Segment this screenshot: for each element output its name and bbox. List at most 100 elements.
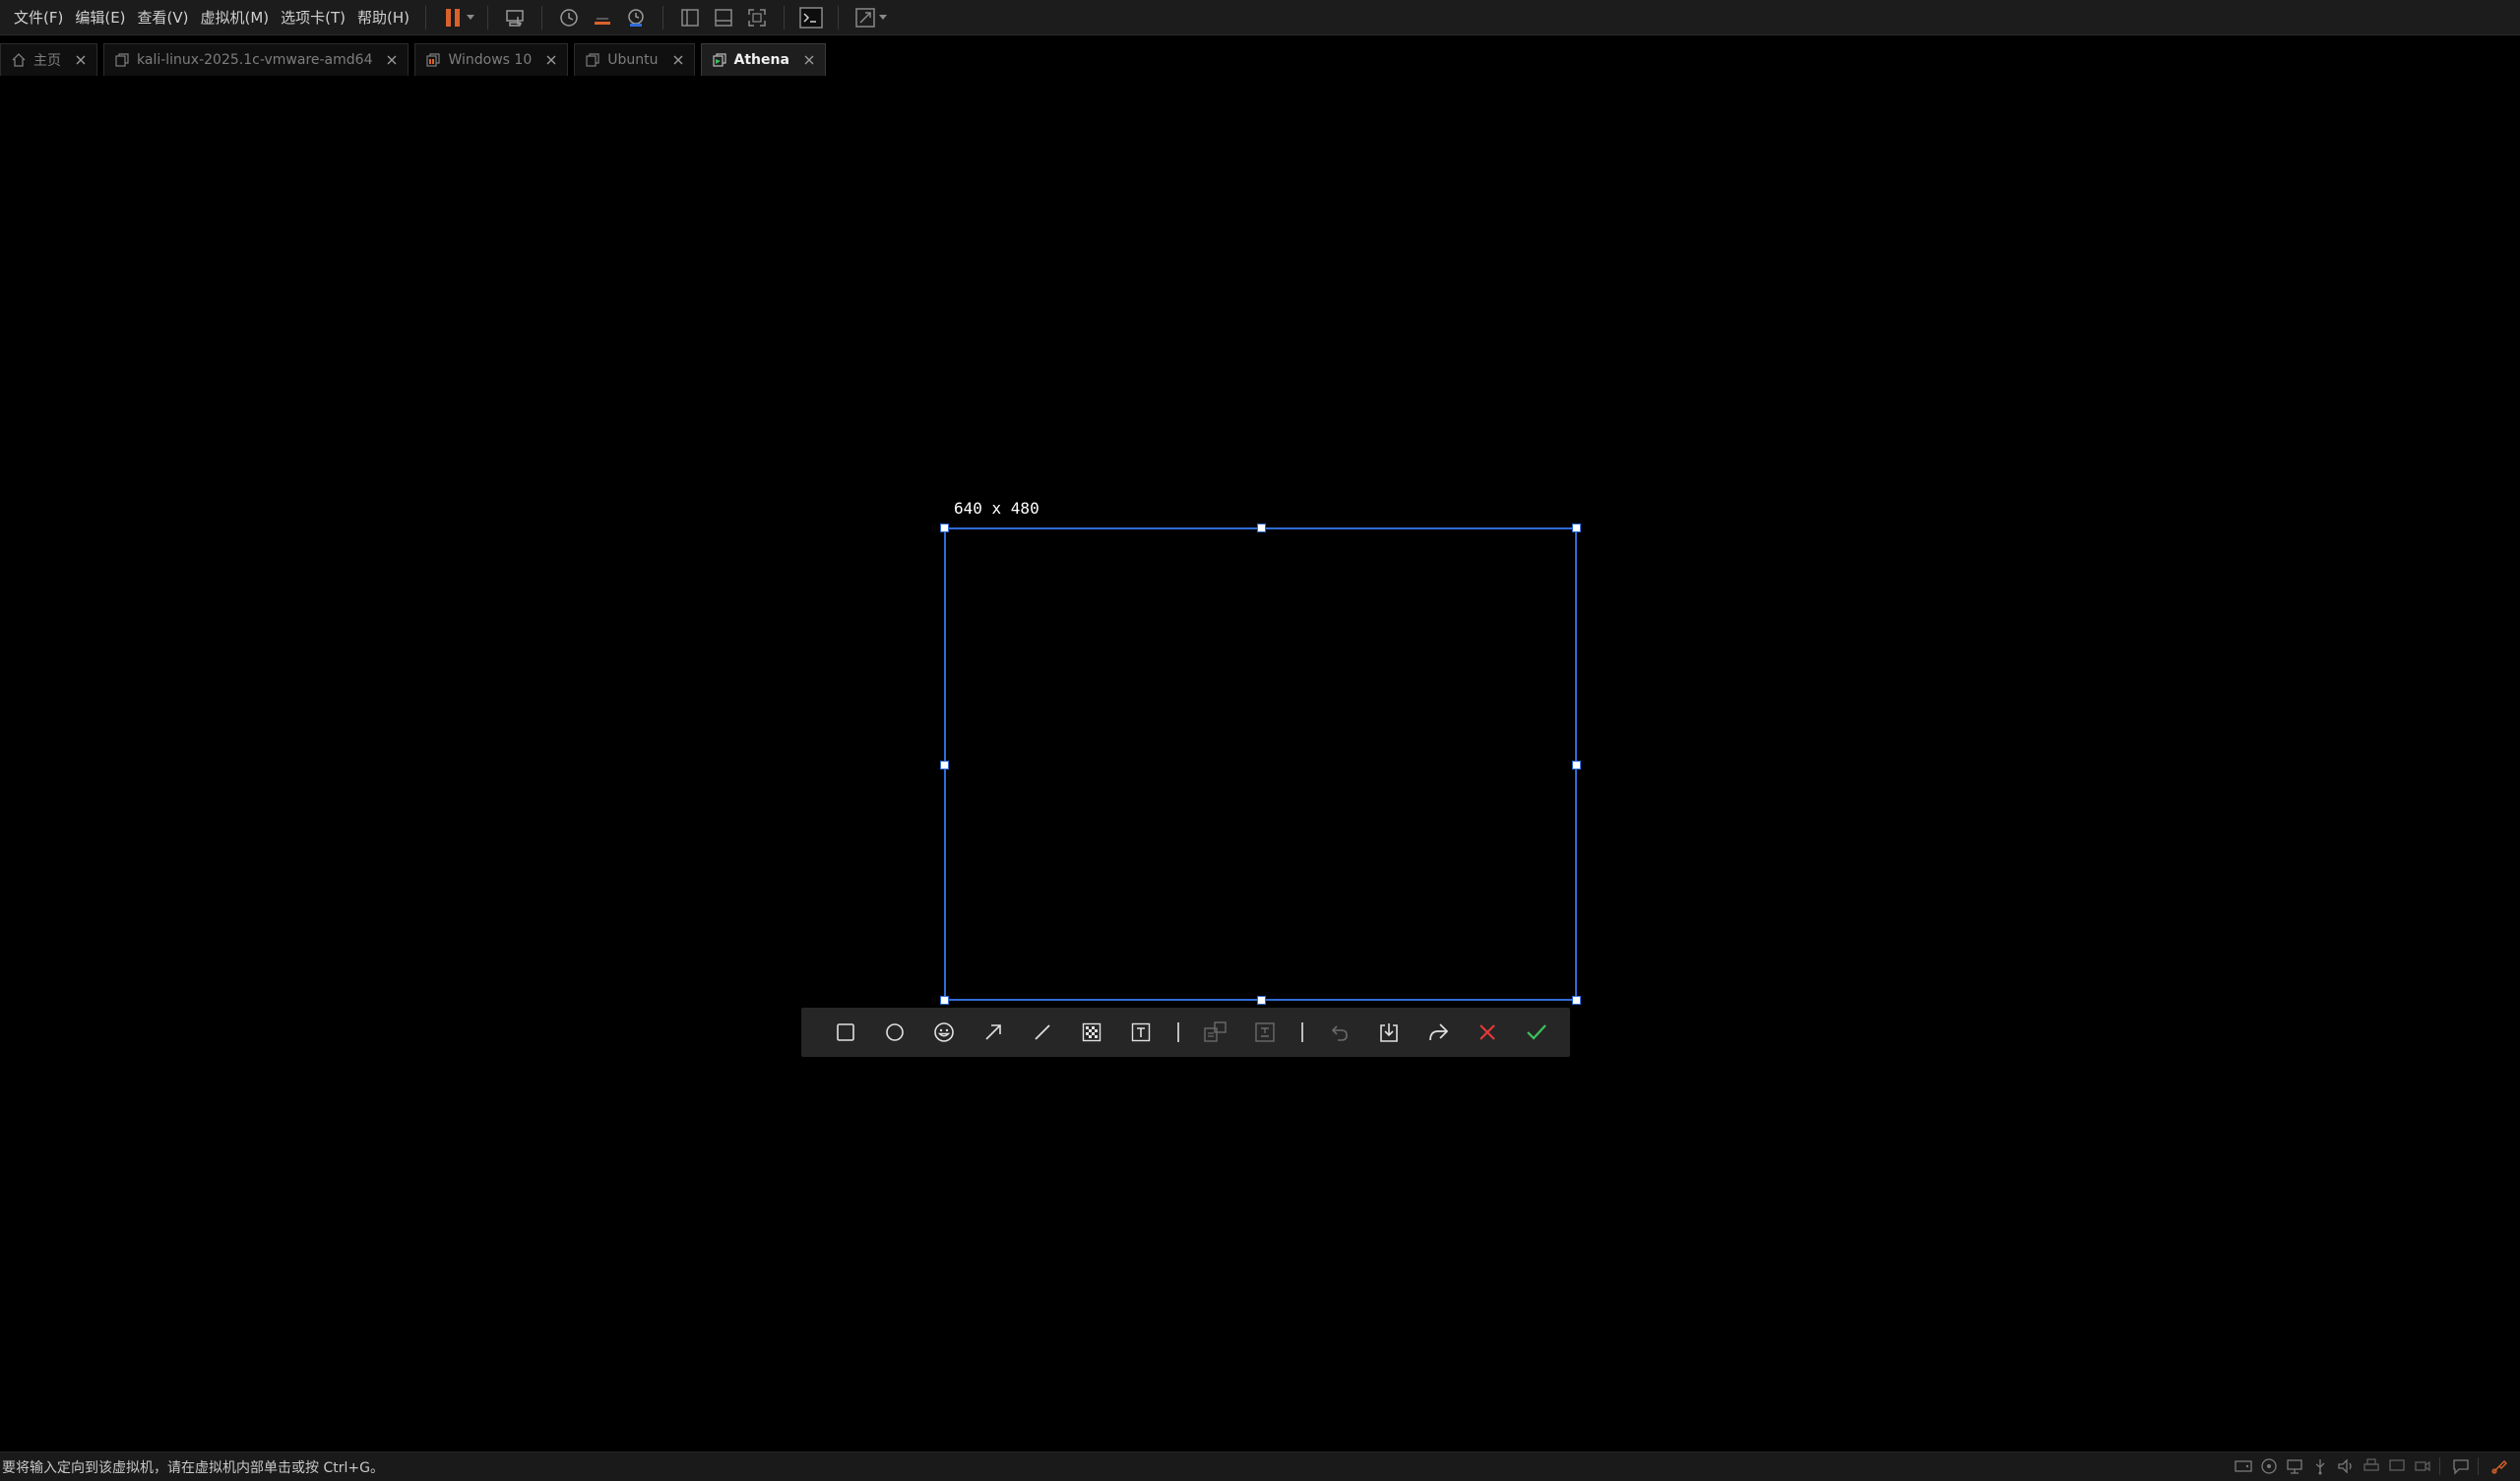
tab-label: Windows 10 <box>448 52 533 68</box>
network-adapter-icon[interactable] <box>2284 1456 2305 1476</box>
menu-file[interactable]: 文件(F) <box>8 5 69 31</box>
share-tool-button[interactable] <box>1414 1008 1463 1057</box>
resize-handle-top[interactable] <box>1257 524 1266 532</box>
toolbar-divider <box>541 5 543 30</box>
tab-label: Ubuntu <box>607 52 659 68</box>
line-tool-button[interactable] <box>1018 1008 1067 1057</box>
toolbar-divider <box>838 5 840 30</box>
resize-handle-left[interactable] <box>940 761 949 770</box>
resize-handle-right[interactable] <box>1572 761 1581 770</box>
status-bar: 要将输入定向到该虚拟机，请在虚拟机内部单击或按 Ctrl+G。 <box>0 1451 2520 1481</box>
capture-toolbar <box>801 1008 1570 1057</box>
stretch-dropdown[interactable] <box>876 14 890 21</box>
toolbar-divider <box>487 5 489 30</box>
main-menu: 文件(F) 编辑(E) 查看(V) 虚拟机(M) 选项卡(T) 帮助(H) <box>0 0 415 35</box>
toolbar-divider <box>784 5 786 30</box>
undo-tool-button[interactable] <box>1315 1008 1364 1057</box>
pin-tool-button[interactable] <box>1191 1008 1240 1057</box>
menu-tabs[interactable]: 选项卡(T) <box>275 5 351 31</box>
toolbar-divider <box>1301 1022 1303 1042</box>
close-icon <box>1480 1024 1495 1040</box>
device-icons <box>2229 1456 2510 1476</box>
text-tool-button[interactable] <box>1116 1008 1166 1057</box>
snapshot-icon <box>560 8 578 27</box>
text-icon <box>1131 1022 1151 1042</box>
resize-handle-bottom-right[interactable] <box>1572 996 1581 1005</box>
tab-athena[interactable]: Athena <box>700 43 826 76</box>
usb-icon[interactable] <box>2309 1456 2331 1476</box>
status-divider <box>2478 1457 2479 1475</box>
close-icon[interactable] <box>71 50 91 70</box>
pause-icon <box>445 8 461 28</box>
ocr-tool-button[interactable] <box>1240 1008 1290 1057</box>
ellipse-tool-button[interactable] <box>870 1008 919 1057</box>
menu-help[interactable]: 帮助(H) <box>351 5 415 31</box>
vm-tab-bar: 主页 kali-linux-2025.1c-vmware-amd64 Windo… <box>0 43 832 76</box>
printer-icon[interactable] <box>2361 1456 2382 1476</box>
console-button[interactable] <box>794 3 828 32</box>
message-log-icon[interactable] <box>2450 1456 2472 1476</box>
vmware-tools-icon[interactable] <box>2488 1456 2510 1476</box>
fullscreen-button[interactable] <box>740 3 774 32</box>
thumbnail-bar-button[interactable] <box>707 3 740 32</box>
line-icon <box>1035 1024 1050 1040</box>
hard-disk-icon[interactable] <box>2233 1456 2254 1476</box>
resize-handle-bottom[interactable] <box>1257 996 1266 1005</box>
arrow-icon <box>985 1024 1001 1040</box>
arrow-tool-button[interactable] <box>969 1008 1018 1057</box>
capture-selection[interactable] <box>940 524 1581 1005</box>
menu-edit[interactable]: 编辑(E) <box>69 5 131 31</box>
tab-ubuntu[interactable]: Ubuntu <box>574 43 695 76</box>
snapshot-manager-icon <box>628 8 644 27</box>
vm-running-icon <box>712 52 727 68</box>
close-icon[interactable] <box>541 50 561 70</box>
camera-icon[interactable] <box>2412 1456 2433 1476</box>
cd-dvd-icon[interactable] <box>2258 1456 2280 1476</box>
mosaic-tool-button[interactable] <box>1067 1008 1116 1057</box>
tab-windows-10[interactable]: Windows 10 <box>414 43 569 76</box>
vm-icon <box>114 52 130 68</box>
save-tool-button[interactable] <box>1364 1008 1414 1057</box>
unity-stretch-icon <box>855 7 875 28</box>
download-icon <box>1380 1023 1398 1042</box>
close-icon[interactable] <box>382 50 402 70</box>
resize-handle-top-left[interactable] <box>940 524 949 532</box>
display-icon[interactable] <box>2386 1456 2408 1476</box>
snapshot-manager-button[interactable] <box>619 3 653 32</box>
chevron-down-icon <box>467 14 475 20</box>
toolbar-divider <box>662 5 664 30</box>
thumbnail-bar-icon <box>715 8 732 27</box>
status-message: 要将输入定向到该虚拟机，请在虚拟机内部单击或按 Ctrl+G。 <box>2 1459 384 1476</box>
pause-dropdown[interactable] <box>464 14 477 21</box>
revert-snapshot-icon <box>595 17 611 25</box>
show-library-button[interactable] <box>673 3 707 32</box>
tab-home[interactable]: 主页 <box>0 43 97 76</box>
status-divider <box>2439 1457 2440 1475</box>
tab-label: 主页 <box>33 53 61 69</box>
checkmark-icon <box>1527 1024 1546 1040</box>
resize-handle-top-right[interactable] <box>1572 524 1581 532</box>
emoji-tool-button[interactable] <box>919 1008 969 1057</box>
rectangle-icon <box>837 1023 854 1041</box>
vm-icon <box>585 52 600 68</box>
revert-snapshot-button[interactable] <box>586 3 619 32</box>
menubar: 文件(F) 编辑(E) 查看(V) 虚拟机(M) 选项卡(T) 帮助(H) <box>0 0 2520 35</box>
close-icon[interactable] <box>799 50 819 70</box>
sound-card-icon[interactable] <box>2335 1456 2357 1476</box>
capture-size-label: 640 x 480 <box>954 499 1040 518</box>
tab-kali[interactable]: kali-linux-2025.1c-vmware-amd64 <box>103 43 410 76</box>
ellipse-icon <box>886 1023 904 1041</box>
close-icon[interactable] <box>668 50 688 70</box>
cancel-tool-button[interactable] <box>1463 1008 1512 1057</box>
menu-vm[interactable]: 虚拟机(M) <box>195 5 276 31</box>
menu-view[interactable]: 查看(V) <box>132 5 195 31</box>
snapshot-button[interactable] <box>552 3 586 32</box>
resize-handle-bottom-left[interactable] <box>940 996 949 1005</box>
pin-screenshot-icon <box>1204 1021 1227 1042</box>
toolbar-divider <box>1177 1022 1179 1042</box>
share-icon <box>1429 1023 1449 1041</box>
confirm-tool-button[interactable] <box>1512 1008 1561 1057</box>
rectangle-tool-button[interactable] <box>821 1008 870 1057</box>
home-icon <box>11 52 27 68</box>
send-ctrl-alt-del-button[interactable] <box>498 3 532 32</box>
